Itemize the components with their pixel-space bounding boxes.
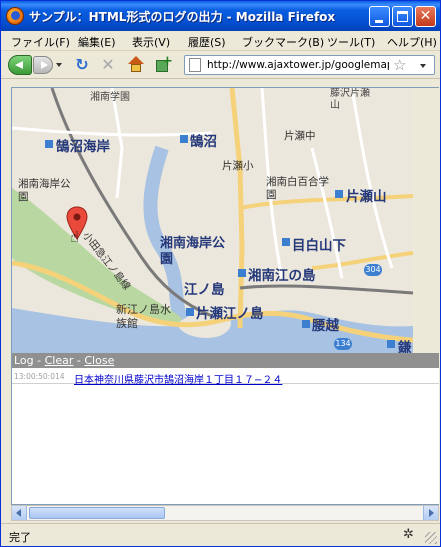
google-map[interactable]: 鵠沼海岸 鵠沼 湘南学園 湘南海岸公園 片瀬山 江ノ島 湘南江の島 目白山下 片… bbox=[12, 88, 413, 353]
close-button[interactable]: ✕ bbox=[415, 6, 436, 27]
map-label: 湘南白百合学園 bbox=[266, 176, 329, 201]
map-label: 湘南海岸公園 bbox=[160, 236, 226, 267]
menu-view[interactable]: 表示(V) bbox=[132, 34, 170, 50]
url-text[interactable]: http://www.ajaxtower.jp/googlemap bbox=[207, 59, 389, 71]
title-bar: サンプル：HTML形式のログの出力 - Mozilla Firefox ✕ bbox=[1, 1, 440, 31]
map-label: 湘南学園 bbox=[90, 92, 130, 103]
log-message-link[interactable]: 日本神奈川県藤沢市鵠沼海岸１丁目１７−２４ bbox=[74, 371, 282, 386]
horizontal-scrollbar[interactable] bbox=[11, 505, 439, 521]
menu-bar: ファイル(F) 編集(E) 表示(V) 履歴(S) ブックマーク(B) ツール(… bbox=[1, 31, 440, 51]
log-timestamp: 13:00:50:014 bbox=[14, 372, 65, 381]
page-content: 鵠沼海岸 鵠沼 湘南学園 湘南海岸公園 片瀬山 江ノ島 湘南江の島 目白山下 片… bbox=[11, 87, 439, 505]
map-label: 片瀬山 bbox=[346, 189, 387, 205]
map-label: 鵠沼海岸 bbox=[56, 139, 110, 155]
map-label: 腰越 bbox=[312, 318, 339, 334]
map-label: 片瀬中 bbox=[284, 130, 316, 142]
navigation-toolbar: ↻ ✕ + http://www.ajaxtower.jp/googlemap … bbox=[1, 51, 440, 79]
history-dropdown-icon[interactable] bbox=[56, 63, 62, 67]
log-entry: 13:00:50:014 日本神奈川県藤沢市鵠沼海岸１丁目１７−２４ bbox=[12, 370, 439, 386]
menu-tools[interactable]: ツール(T) bbox=[327, 34, 375, 50]
road-shield: 134 bbox=[335, 339, 351, 348]
minimize-button[interactable] bbox=[369, 6, 390, 27]
forward-button[interactable] bbox=[33, 56, 53, 74]
scroll-thumb[interactable] bbox=[29, 507, 165, 519]
minimize-icon bbox=[375, 20, 383, 23]
map-label: 江ノ島 bbox=[184, 282, 225, 298]
menu-history[interactable]: 履歴(S) bbox=[188, 34, 226, 50]
bug-icon[interactable]: ✲ bbox=[403, 528, 417, 542]
addon-icon[interactable]: + bbox=[154, 54, 173, 74]
map-label: 鵠沼 bbox=[190, 134, 217, 150]
maximize-button[interactable] bbox=[392, 6, 413, 27]
map-label: 片瀬小 bbox=[222, 160, 254, 172]
home-icon[interactable] bbox=[127, 56, 145, 74]
firefox-logo-icon bbox=[6, 7, 24, 25]
menu-bookmarks[interactable]: ブックマーク(B) bbox=[242, 34, 324, 50]
hand-cursor-icon: ☝ bbox=[70, 228, 80, 246]
map-label: 鎌 bbox=[398, 340, 412, 353]
map-label: 湘南海岸公園 bbox=[18, 178, 71, 203]
log-header: Log - Clear - Close bbox=[12, 353, 439, 368]
menu-help[interactable]: ヘルプ(H) bbox=[387, 34, 437, 50]
status-bar: 完了 ✲ bbox=[1, 523, 440, 546]
close-icon: ✕ bbox=[419, 8, 432, 24]
map-side-gutter bbox=[413, 88, 439, 353]
log-title: Log bbox=[14, 354, 34, 367]
maximize-icon bbox=[397, 11, 408, 22]
resize-grip-icon[interactable] bbox=[425, 532, 437, 544]
menu-file[interactable]: ファイル(F) bbox=[11, 34, 70, 50]
url-bar[interactable]: http://www.ajaxtower.jp/googlemap ☆ bbox=[184, 55, 435, 75]
map-label: 片瀬江ノ島 bbox=[196, 306, 264, 322]
log-panel: Log - Clear - Close 13:00:50:014 日本神奈川県藤… bbox=[12, 353, 439, 504]
page-icon bbox=[189, 58, 201, 72]
browser-window: サンプル：HTML形式のログの出力 - Mozilla Firefox ✕ ファ… bbox=[0, 0, 441, 547]
back-button[interactable] bbox=[8, 55, 32, 75]
reload-icon[interactable]: ↻ bbox=[73, 56, 91, 74]
log-close-link[interactable]: Close bbox=[84, 354, 114, 367]
road-shield: 304 bbox=[365, 265, 381, 274]
url-dropdown-icon[interactable] bbox=[420, 64, 426, 68]
star-icon[interactable]: ☆ bbox=[393, 56, 406, 74]
map-label: 目白山下 bbox=[292, 238, 346, 254]
map-label: 藤沢片瀬山 bbox=[330, 88, 370, 111]
log-clear-link[interactable]: Clear bbox=[45, 354, 74, 367]
menu-edit[interactable]: 編集(E) bbox=[78, 34, 116, 50]
scroll-left-icon[interactable] bbox=[12, 506, 27, 520]
map-label: 新江ノ島水族館 bbox=[116, 303, 171, 330]
stop-icon[interactable]: ✕ bbox=[99, 56, 117, 74]
map-label: 湘南江の島 bbox=[248, 268, 316, 284]
status-text: 完了 bbox=[9, 531, 31, 544]
window-title: サンプル：HTML形式のログの出力 - Mozilla Firefox bbox=[29, 10, 336, 24]
scroll-right-icon[interactable] bbox=[423, 506, 438, 520]
